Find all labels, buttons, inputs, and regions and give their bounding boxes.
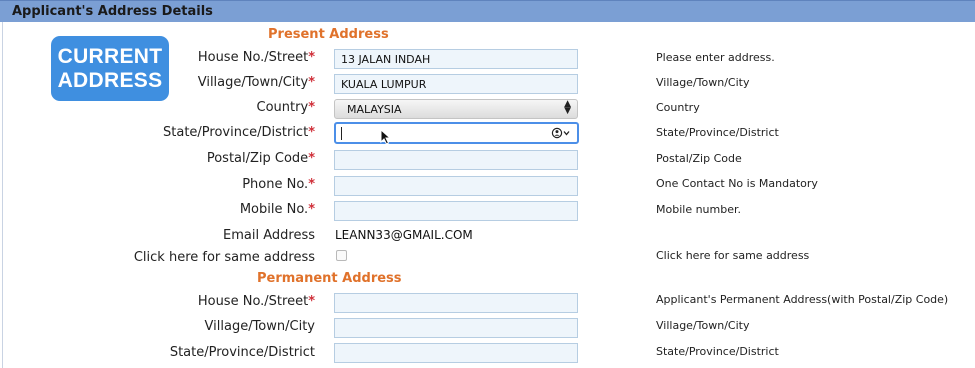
required-marker: *	[308, 100, 315, 115]
required-marker: *	[308, 125, 315, 140]
present-city-label: Village/Town/City*	[198, 75, 315, 90]
present-house-input[interactable]: 13 JALAN INDAH	[334, 49, 578, 69]
current-address-badge: CURRENT ADDRESS	[51, 36, 169, 101]
present-house-hint: Please enter address.	[656, 51, 775, 64]
text-caret	[341, 127, 342, 140]
up-down-arrows-icon: ▲ ▼	[564, 99, 571, 116]
present-postal-hint: Postal/Zip Code	[656, 152, 742, 165]
present-state-input[interactable]	[334, 122, 579, 144]
present-city-label-text: Village/Town/City	[197, 75, 309, 90]
present-phone-label-text: Phone No.	[242, 177, 309, 192]
present-mobile-input[interactable]	[334, 201, 578, 221]
permanent-city-label: Village/Town/City	[204, 319, 315, 334]
present-country-select[interactable]: MALAYSIA ▲ ▼	[334, 99, 578, 119]
present-state-hint: State/Province/District	[656, 126, 779, 139]
email-label: Email Address	[223, 228, 315, 243]
present-postal-input[interactable]	[334, 150, 578, 170]
same-address-label: Click here for same address	[133, 250, 315, 265]
mouse-cursor-icon	[380, 128, 392, 149]
present-city-value: KUALA LUMPUR	[341, 78, 427, 91]
present-country-hint: Country	[656, 101, 700, 114]
present-phone-input[interactable]	[334, 176, 578, 196]
badge-line-2: ADDRESS	[57, 69, 163, 92]
required-marker: *	[308, 151, 315, 166]
required-marker: *	[308, 202, 315, 217]
required-marker: *	[308, 50, 315, 65]
same-address-hint: Click here for same address	[656, 249, 810, 262]
present-postal-label-text: Postal/Zip Code	[206, 151, 309, 166]
left-border	[2, 22, 3, 368]
permanent-house-label: House No./Street*	[198, 294, 315, 309]
present-country-value: MALAYSIA	[347, 103, 402, 116]
present-phone-hint: One Contact No is Mandatory	[656, 177, 818, 190]
contact-autofill-icon[interactable]	[551, 127, 571, 142]
permanent-state-hint: State/Province/District	[656, 345, 779, 358]
present-phone-label: Phone No.*	[242, 177, 315, 192]
permanent-state-input[interactable]	[334, 343, 578, 363]
permanent-house-input[interactable]	[334, 293, 578, 313]
present-address-title: Present Address	[268, 27, 389, 42]
present-country-label: Country*	[257, 100, 315, 115]
present-mobile-hint: Mobile number.	[656, 203, 741, 216]
present-house-label-text: House No./Street	[197, 50, 309, 65]
required-marker: *	[308, 177, 315, 192]
present-city-hint: Village/Town/City	[656, 76, 750, 89]
required-marker: *	[308, 294, 315, 309]
present-state-label: State/Province/District*	[163, 125, 315, 140]
permanent-city-hint: Village/Town/City	[656, 319, 750, 332]
badge-line-1: CURRENT	[57, 45, 163, 68]
present-house-value: 13 JALAN INDAH	[341, 53, 431, 66]
permanent-address-title: Permanent Address	[257, 271, 402, 286]
present-country-label-text: Country	[256, 100, 309, 115]
same-address-checkbox[interactable]	[336, 250, 347, 261]
present-mobile-label-text: Mobile No.	[239, 202, 309, 217]
present-mobile-label: Mobile No.*	[240, 202, 315, 217]
required-marker: *	[308, 75, 315, 90]
permanent-house-hint: Applicant's Permanent Address(with Posta…	[656, 293, 949, 306]
present-state-label-text: State/Province/District	[163, 125, 309, 140]
present-postal-label: Postal/Zip Code*	[207, 151, 315, 166]
permanent-state-label: State/Province/District	[169, 345, 315, 360]
section-header-title: Applicant's Address Details	[12, 4, 213, 19]
present-city-input[interactable]: KUALA LUMPUR	[334, 74, 578, 94]
section-header-bar: Applicant's Address Details	[0, 0, 975, 22]
permanent-house-label-text: House No./Street	[197, 294, 309, 309]
present-house-label: House No./Street*	[198, 50, 315, 65]
permanent-city-input[interactable]	[334, 318, 578, 338]
email-value: LEANN33@GMAIL.COM	[335, 228, 473, 242]
